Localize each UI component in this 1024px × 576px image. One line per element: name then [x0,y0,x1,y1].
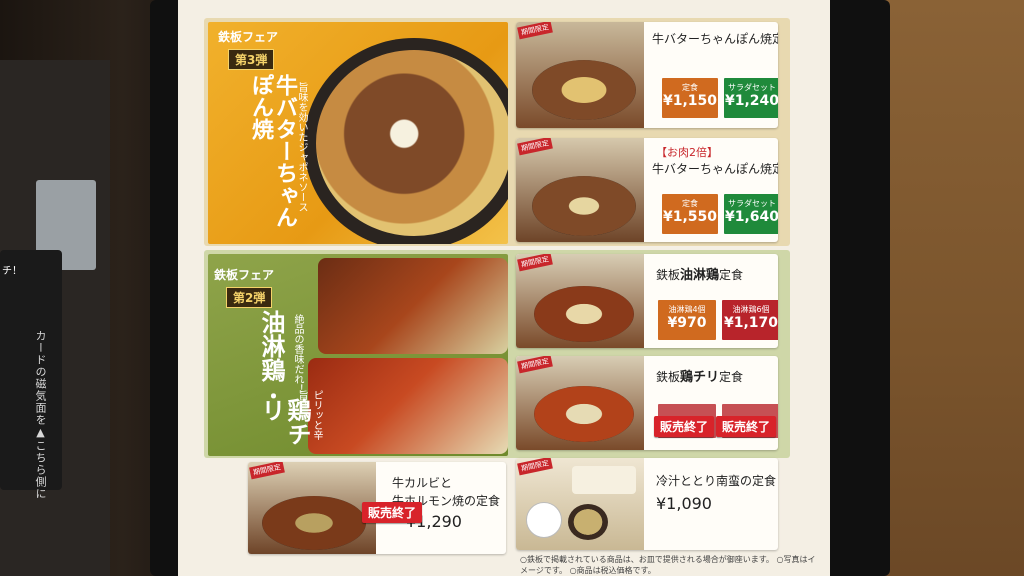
price-button-6pc[interactable]: 油淋鶏6個 ¥1,170 [722,300,778,340]
item-price: ¥1,090 [656,494,712,513]
menu-item-card[interactable]: 期間限定 鉄板鶏チリ定食 販売終了 販売終了 [516,356,778,450]
item-name-main: 油淋鶏 [680,268,720,283]
item-name: 牛バターちゃんぽん焼定食 [652,162,778,176]
fair2-banner: 鉄板フェア 第2弾 [214,266,274,308]
menu-item-card[interactable]: 期間限定 冷汁ととり南蛮の定食 ¥1,090 [516,458,778,550]
dish-image [532,176,636,236]
footnote: ○鉄板で掲載されている商品は、お皿で提供される場合が御座います。 ○写真はイメー… [520,555,816,575]
yurinchi-image [318,258,508,354]
price-value: ¥1,240 [724,93,778,109]
item-name: 牛バターちゃんぽん焼定食 [652,32,778,46]
item-note: 【お肉2倍】 [656,146,718,159]
price-label: 定食 [682,199,698,208]
fair3-title: 牛バターちゃんぽん焼 [248,74,297,228]
price-label: サラダセット [728,199,776,208]
item-name: 冷汁ととり南蛮の定食 [656,474,777,488]
price-button-teishoku[interactable]: 定食 ¥1,150 [662,78,718,118]
menu-item-card[interactable]: 期間限定 牛バターちゃんぽん焼定食 定食 ¥1,150 サラダセット ¥1,24… [516,22,778,128]
dish-image [262,496,366,550]
fair2-round: 第2弾 [226,287,273,308]
fair2-subtitle2: ピリッと辛旨！ [296,390,322,440]
card-reader-label: カードの磁気面を▲こちら側に [34,330,47,500]
soldout-badge: 販売終了 [716,416,777,437]
item-name: 鉄板油淋鶏定食 [656,264,743,283]
menu-item-card[interactable]: 期間限定 牛カルビと 牛ホルモン焼の定食 ¥1,290 販売終了 [248,462,506,554]
item-name-prefix: 鉄板 [656,268,681,282]
item-name-line1: 牛カルビと [392,476,453,490]
price-button-salad[interactable]: サラダセット ¥1,240 [724,78,778,118]
dish-image [532,60,636,120]
item-name-suffix: 定食 [719,370,744,384]
menu-item-card[interactable]: 期間限定 【お肉2倍】 牛バターちゃんぽん焼定食 定食 ¥1,550 サラダセッ… [516,138,778,242]
dish-image [534,286,634,342]
price-label: 定食 [682,83,698,92]
price-button-4pc[interactable]: 油淋鶏4個 ¥970 [658,300,716,340]
chicken-chili-image [308,358,508,454]
fair2-title1: 油淋鶏 [257,310,285,382]
price-value: ¥970 [667,315,707,331]
price-label: 油淋鶏4個 [668,305,706,314]
soldout-badge: 販売終了 [362,502,423,523]
price-label: 油淋鶏6個 [732,305,770,314]
item-name-prefix: 鉄板 [656,370,681,384]
reader-top-label: チ！ [2,266,22,277]
price-button-teishoku[interactable]: 定食 ¥1,550 [662,194,718,234]
item-name-main: 鶏チリ [680,370,720,385]
price-value: ¥1,170 [723,315,778,331]
dish-image [534,386,634,442]
fair3-banner: 鉄板フェア 第3弾 [218,28,278,70]
price-value: ¥1,640 [724,209,778,225]
price-label: サラダセット [728,83,776,92]
fair3-hero[interactable]: 鉄板フェア 第3弾 旨味を効いたジャポネソース 牛バターちゃんぽん焼 [208,22,508,244]
fair3-round: 第3弾 [228,49,275,70]
fair2-subtitle: 絶品の香味だれ！ [292,314,303,394]
fair2-label: 鉄板フェア [214,268,275,282]
menu-screen: 鉄板フェア 第3弾 旨味を効いたジャポネソース 牛バターちゃんぽん焼 鉄板フェア… [178,0,830,576]
soldout-badge: 販売終了 [654,416,715,437]
price-value: ¥1,150 [662,93,718,109]
item-photo [516,22,644,128]
nanban-plate-image [572,466,636,494]
price-button-salad[interactable]: サラダセット ¥1,640 [724,194,778,234]
item-name-suffix: 定食 [719,268,744,282]
item-photo [516,138,644,242]
rice-bowl-image [526,502,562,538]
chanpon-image [316,50,508,236]
wooden-wall [880,0,1024,576]
price-value: ¥1,550 [662,209,718,225]
soup-bowl-image [568,504,608,540]
menu-item-card[interactable]: 期間限定 鉄板油淋鶏定食 油淋鶏4個 ¥970 油淋鶏6個 ¥1,170 [516,254,778,348]
fair2-hero[interactable]: 鉄板フェア 第2弾 絶品の香味だれ！ 油淋鶏 ・ 鶏チリ ピリッと辛旨！ [208,254,508,456]
fair3-label: 鉄板フェア [218,30,279,44]
item-name: 鉄板鶏チリ定食 [656,366,743,385]
